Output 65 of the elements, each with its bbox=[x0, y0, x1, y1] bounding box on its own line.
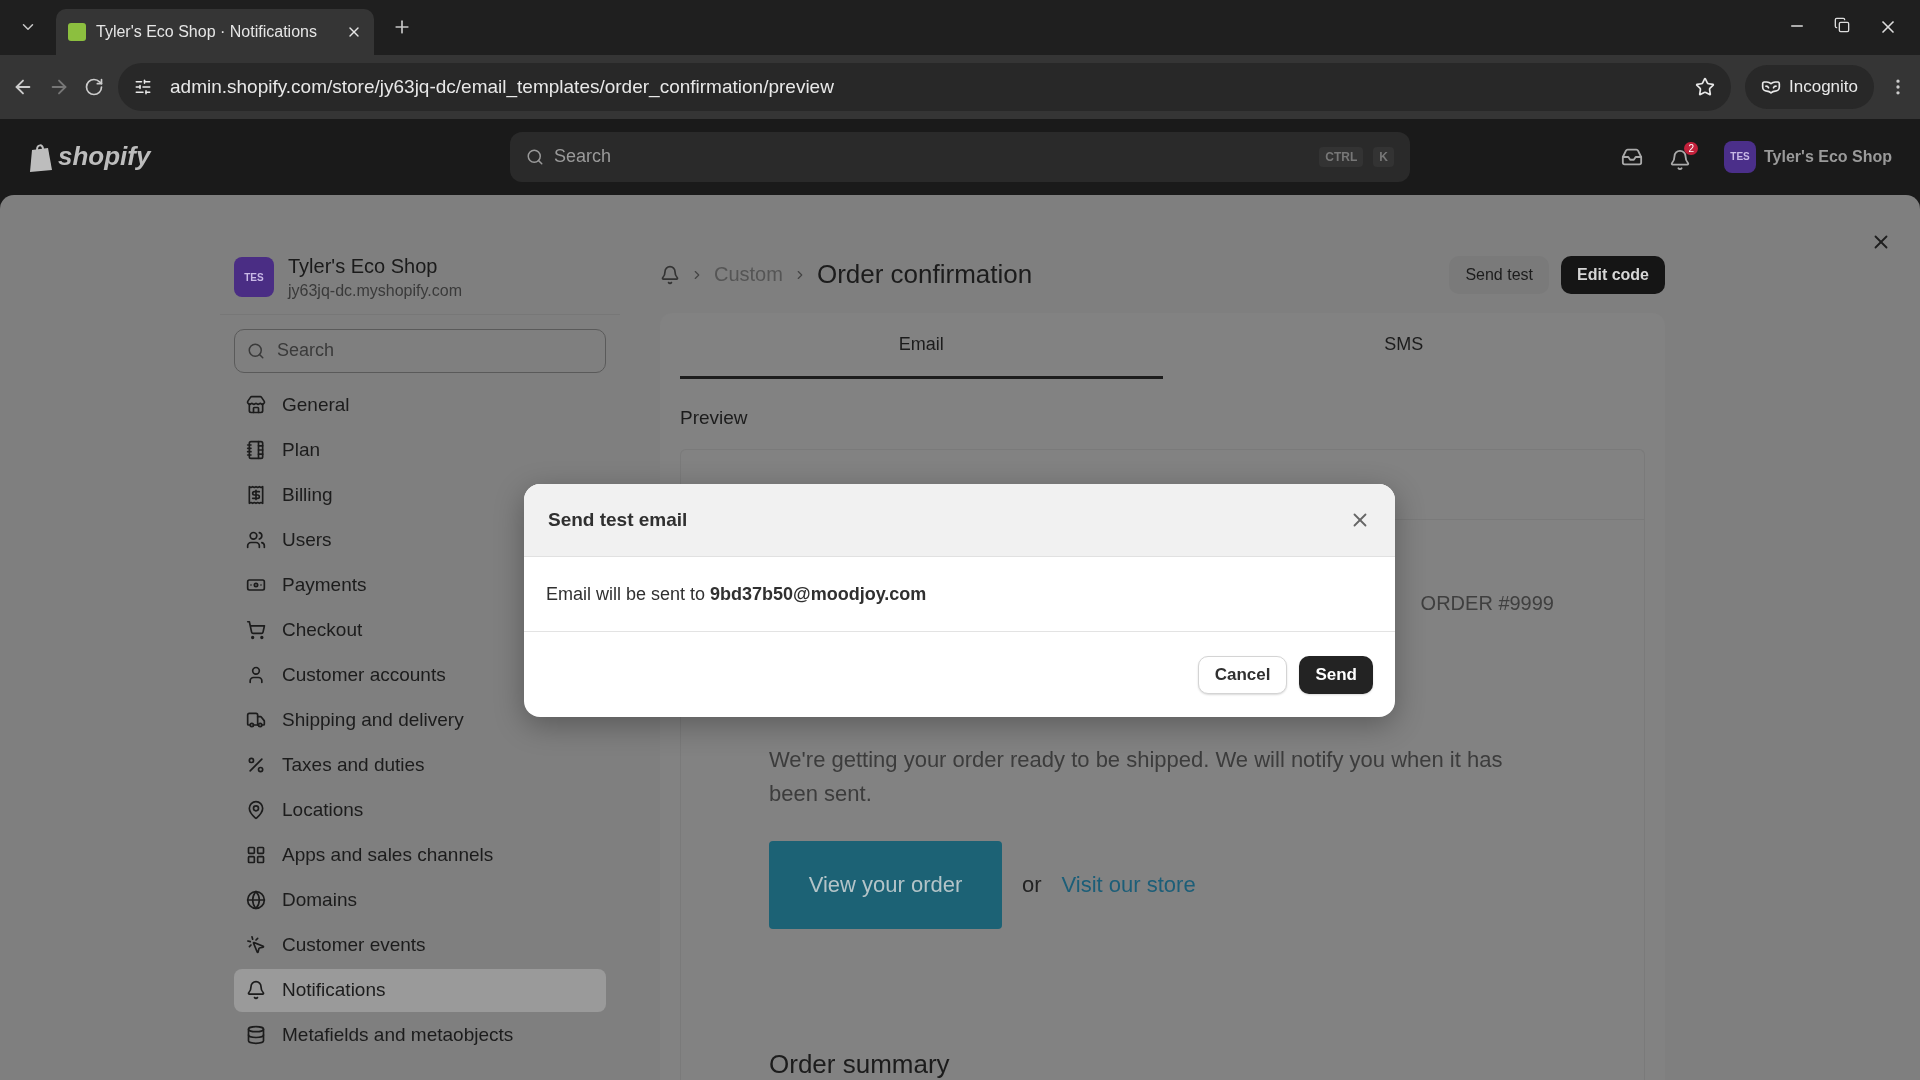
shopping-bag-icon bbox=[28, 141, 54, 172]
page-title: Order confirmation bbox=[816, 259, 1033, 291]
incognito-button[interactable]: Incognito bbox=[1745, 64, 1874, 109]
order-summary-heading: Order summary bbox=[769, 1049, 951, 1080]
search-icon bbox=[247, 342, 265, 360]
shortcut-key: K bbox=[1373, 146, 1394, 167]
send-button[interactable]: Send bbox=[1299, 655, 1373, 694]
edit-code-button[interactable]: Edit code bbox=[1561, 256, 1665, 294]
store-menu-button[interactable]: TES Tyler's Eco Shop bbox=[1724, 140, 1892, 173]
store-avatar: TES bbox=[234, 257, 274, 298]
nav-icon bbox=[246, 935, 266, 956]
shortcut-key: CTRL bbox=[1319, 146, 1364, 167]
nav-item[interactable]: Customer accounts bbox=[234, 654, 606, 697]
bell-icon[interactable] bbox=[660, 265, 680, 285]
store-name: Tyler's Eco Shop bbox=[288, 255, 439, 278]
dialog-message: Email will be sent to 9bd37b50@moodjoy.com bbox=[546, 583, 927, 605]
send-test-button[interactable]: Send test bbox=[1449, 256, 1549, 294]
store-avatar: TES bbox=[1724, 140, 1756, 173]
shopify-logo[interactable]: shopify bbox=[28, 141, 510, 173]
nav-icon bbox=[246, 440, 266, 461]
favicon-icon bbox=[68, 22, 86, 41]
or-text: or bbox=[1022, 872, 1042, 898]
nav-icon bbox=[246, 1025, 266, 1046]
tab[interactable]: SMS bbox=[1162, 313, 1645, 379]
site-info-icon[interactable] bbox=[134, 77, 152, 96]
email-message: We're getting your order ready to be shipped. We will notify you when it has been sent. bbox=[769, 746, 1504, 808]
nav-icon bbox=[246, 395, 266, 416]
store-domain: jy63jq-dc.myshopify.com bbox=[288, 282, 462, 300]
nav-item[interactable]: Shipping and delivery bbox=[234, 699, 606, 742]
notification-badge: 2 bbox=[1684, 142, 1698, 156]
preview-label: Preview bbox=[680, 407, 749, 429]
nav-icon bbox=[246, 980, 266, 1001]
nav-item[interactable]: Domains bbox=[234, 879, 606, 922]
nav-item[interactable]: Apps and sales channels bbox=[234, 834, 606, 877]
nav-item[interactable]: General bbox=[234, 384, 606, 427]
view-order-button[interactable]: View your order bbox=[769, 841, 1002, 929]
nav-item[interactable]: Locations bbox=[234, 789, 606, 832]
nav-icon bbox=[246, 530, 266, 551]
nav-icon bbox=[246, 800, 266, 821]
browser-tab[interactable]: Tyler's Eco Shop · Notifications bbox=[56, 8, 374, 55]
nav-item[interactable]: Metafields and metaobjects bbox=[234, 1014, 606, 1057]
nav-icon bbox=[246, 620, 266, 641]
nav-item[interactable]: Taxes and duties bbox=[234, 744, 606, 787]
nav-item[interactable]: Plan bbox=[234, 429, 606, 472]
search-icon bbox=[526, 147, 544, 166]
nav-icon bbox=[246, 665, 266, 686]
order-number: ORDER #9999 bbox=[1420, 592, 1554, 615]
bookmark-star-icon[interactable] bbox=[1695, 76, 1715, 97]
tab[interactable]: Email bbox=[680, 313, 1163, 379]
reload-icon[interactable] bbox=[84, 76, 104, 97]
nav-icon bbox=[246, 485, 266, 506]
search-field[interactable]: Search CTRL K bbox=[510, 131, 1410, 182]
settings-search-field[interactable]: Search bbox=[234, 329, 606, 373]
nav-icon bbox=[246, 845, 266, 866]
dialog-title: Send test email bbox=[548, 509, 688, 531]
restore-icon[interactable] bbox=[1834, 17, 1850, 34]
logo-wordmark: shopify bbox=[58, 141, 151, 173]
nav-item[interactable]: Notifications bbox=[234, 969, 606, 1012]
nav-item[interactable]: Checkout bbox=[234, 609, 606, 652]
notifications-button[interactable]: 2 bbox=[1669, 142, 1698, 172]
cancel-button[interactable]: Cancel bbox=[1197, 655, 1288, 694]
bell-icon bbox=[1669, 149, 1691, 172]
nav-icon bbox=[246, 890, 266, 911]
address-bar[interactable]: admin.shopify.com/store/jy63jq-dc/email_templates/order_confirmation/preview bbox=[118, 62, 1731, 111]
nav-item[interactable]: Customer events bbox=[234, 924, 606, 967]
